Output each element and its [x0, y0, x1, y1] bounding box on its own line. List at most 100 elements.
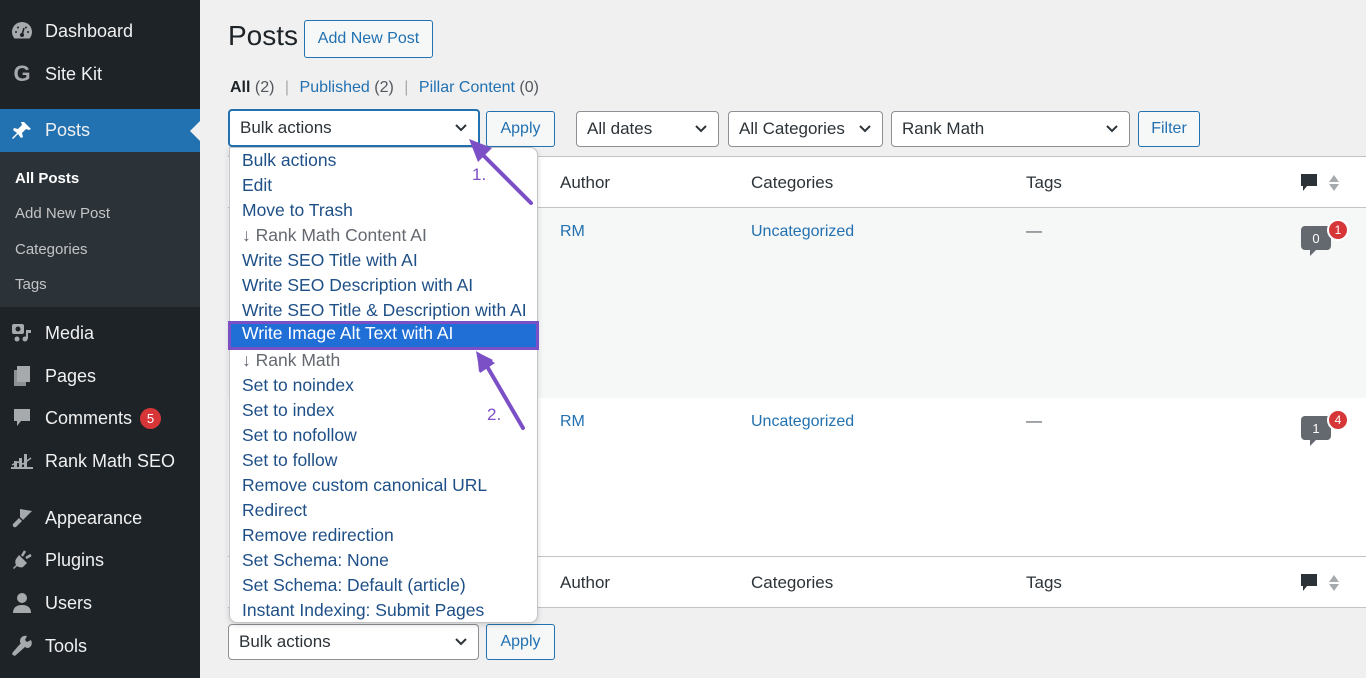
submenu-add-new-post[interactable]: Add New Post	[15, 205, 110, 222]
post-author-link[interactable]: RM	[560, 413, 585, 431]
post-author-link[interactable]: RM	[560, 223, 585, 241]
annotation-step-2: 2.	[487, 405, 502, 424]
sidebar-item-site-kit[interactable]: G Site Kit	[0, 54, 200, 94]
sidebar-item-label: Appearance	[45, 507, 143, 528]
sidebar-item-comments[interactable]: Comments 5	[0, 398, 200, 438]
google-g-icon: G	[13, 61, 31, 86]
submenu-all-posts[interactable]: All Posts	[15, 170, 79, 187]
option-write-seo-description-ai[interactable]: Write SEO Description with AI	[230, 273, 537, 298]
dates-filter-value: All dates	[587, 119, 653, 138]
comment-icon	[10, 406, 34, 430]
post-status-views: All (2) | Published (2) | Pillar Content…	[230, 79, 539, 97]
chevron-down-icon	[695, 125, 707, 133]
sort-arrows-icon[interactable]	[1328, 173, 1340, 198]
view-published-count: (2)	[374, 79, 394, 96]
option-move-to-trash[interactable]: Move to Trash	[230, 198, 537, 223]
post-category-link[interactable]: Uncategorized	[751, 413, 854, 431]
view-all-count: (2)	[254, 79, 275, 96]
view-pillar-content-count: (0)	[519, 79, 539, 96]
column-categories: Categories	[751, 573, 834, 592]
sidebar-item-label: Plugins	[45, 549, 105, 570]
categories-filter-value: All Categories	[739, 119, 845, 138]
rank-math-filter-select[interactable]: Rank Math	[891, 111, 1130, 147]
rank-math-icon	[10, 449, 34, 473]
column-author[interactable]: Author	[560, 173, 610, 193]
sidebar-item-posts[interactable]: Posts	[0, 109, 200, 152]
sidebar-item-plugins[interactable]: Plugins	[0, 540, 200, 580]
comments-column-icon[interactable]	[1300, 173, 1318, 198]
option-remove-redirection[interactable]: Remove redirection	[230, 523, 537, 548]
option-set-noindex[interactable]: Set to noindex	[230, 373, 537, 398]
submenu-tags[interactable]: Tags	[15, 276, 47, 293]
sidebar-item-tools[interactable]: Tools	[0, 626, 200, 666]
option-edit[interactable]: Edit	[230, 173, 537, 198]
sidebar-item-media[interactable]: Media	[0, 313, 200, 353]
filter-button[interactable]: Filter	[1138, 111, 1200, 147]
sidebar-item-label: Dashboard	[45, 20, 134, 41]
submenu-categories[interactable]: Categories	[15, 241, 88, 258]
dashboard-icon	[10, 19, 34, 43]
bottom-apply-button[interactable]: Apply	[486, 624, 555, 660]
option-set-nofollow[interactable]: Set to nofollow	[230, 423, 537, 448]
optgroup-rank-math-content-ai: ↓ Rank Math Content AI	[242, 225, 427, 245]
pin-icon	[10, 119, 34, 143]
media-icon	[10, 321, 34, 345]
option-set-follow[interactable]: Set to follow	[230, 448, 537, 473]
option-instant-indexing-submit[interactable]: Instant Indexing: Submit Pages	[230, 598, 537, 623]
categories-filter-select[interactable]: All Categories	[728, 111, 883, 147]
dates-filter-select[interactable]: All dates	[576, 111, 719, 147]
sidebar-item-users[interactable]: Users	[0, 583, 200, 623]
option-schema-none[interactable]: Set Schema: None	[230, 548, 537, 573]
sidebar-item-label: Site Kit	[45, 63, 103, 84]
paintbrush-icon	[10, 506, 34, 530]
chevron-down-icon	[455, 124, 467, 132]
chevron-down-icon	[859, 125, 871, 133]
sidebar-item-dashboard[interactable]: Dashboard	[0, 11, 200, 51]
bottom-bulk-actions-select[interactable]: Bulk actions	[228, 624, 479, 660]
sidebar-item-label: Posts	[45, 120, 91, 140]
view-all[interactable]: All	[230, 79, 250, 96]
admin-sidebar: Dashboard G Site Kit Posts All Posts Add…	[0, 0, 200, 678]
annotation-step-1: 1.	[472, 165, 487, 184]
sort-arrows-icon[interactable]	[1328, 573, 1340, 598]
option-write-seo-title-ai[interactable]: Write SEO Title with AI	[230, 248, 537, 273]
sidebar-item-label: Pages	[45, 365, 97, 386]
comments-count-badge: 5	[140, 407, 162, 429]
post-category-link[interactable]: Uncategorized	[751, 223, 854, 241]
chevron-down-icon	[455, 638, 467, 646]
option-schema-default-article[interactable]: Set Schema: Default (article)	[230, 573, 537, 598]
sidebar-item-rank-math-seo[interactable]: Rank Math SEO	[0, 441, 200, 481]
bulk-actions-select[interactable]: Bulk actions	[228, 109, 480, 147]
view-published[interactable]: Published	[300, 79, 370, 96]
user-icon	[10, 591, 34, 615]
bottom-bulk-actions-value: Bulk actions	[239, 632, 331, 651]
option-bulk-actions[interactable]: Bulk actions	[230, 148, 537, 173]
column-tags: Tags	[1026, 173, 1062, 192]
comments-column-icon[interactable]	[1300, 573, 1318, 598]
option-write-image-alt-text-ai[interactable]: Write Image Alt Text with AI	[228, 321, 539, 350]
post-tags: —	[1026, 413, 1042, 430]
post-tags: —	[1026, 223, 1042, 240]
plug-icon	[10, 548, 34, 572]
option-redirect[interactable]: Redirect	[230, 498, 537, 523]
bulk-actions-dropdown: Bulk actions Edit Move to Trash ↓ Rank M…	[228, 147, 539, 623]
sidebar-item-label: Rank Math SEO	[45, 450, 176, 471]
sidebar-item-pages[interactable]: Pages	[0, 356, 200, 396]
view-pillar-content[interactable]: Pillar Content	[419, 79, 515, 96]
pending-comments-badge[interactable]: 1	[1327, 219, 1349, 241]
pending-comments-badge[interactable]: 4	[1327, 409, 1349, 431]
option-write-seo-title-description-ai[interactable]: Write SEO Title & Description with AI	[230, 298, 537, 323]
column-categories: Categories	[751, 173, 834, 192]
pages-icon	[10, 364, 34, 388]
option-remove-canonical-url[interactable]: Remove custom canonical URL	[230, 473, 537, 498]
column-tags: Tags	[1026, 573, 1062, 592]
sidebar-item-appearance[interactable]: Appearance	[0, 498, 200, 538]
chevron-down-icon	[1106, 125, 1118, 133]
sidebar-item-label: Comments	[45, 407, 133, 428]
apply-button[interactable]: Apply	[486, 111, 555, 147]
rank-math-filter-value: Rank Math	[902, 119, 985, 138]
sidebar-item-label: Tools	[45, 635, 88, 656]
column-author[interactable]: Author	[560, 573, 610, 593]
add-new-post-button[interactable]: Add New Post	[304, 20, 433, 58]
separator: |	[284, 79, 290, 96]
